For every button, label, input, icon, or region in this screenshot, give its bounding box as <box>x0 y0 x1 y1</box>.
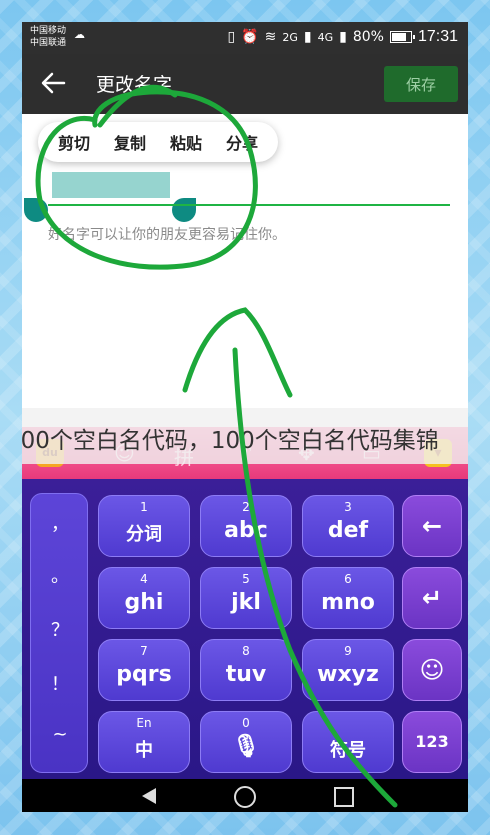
status-bar: 中国移动 中国联通 ☁ ▯ ⏰ ≋ 2G ▮ 4G ▮ 80% 17:31 <box>22 22 468 54</box>
space-key[interactable]: 0 🎙 <box>200 711 292 773</box>
name-input-underline[interactable] <box>48 204 450 206</box>
caption-text: 100个空白名代码，100个空白名代码集锦 <box>22 428 439 454</box>
system-nav-bar <box>22 779 468 812</box>
punct-tilde[interactable]: ~ <box>31 724 89 745</box>
menu-item-share[interactable]: 分享 <box>226 130 258 154</box>
signal-2-icon: ▮ <box>339 29 347 45</box>
carrier-2: 中国联通 <box>30 38 67 48</box>
key-5-jkl[interactable]: 5 jkl <box>200 567 292 629</box>
symbol-key[interactable]: 符号 <box>302 711 394 773</box>
menu-item-paste[interactable]: 粘贴 <box>170 130 202 154</box>
wifi-icon: ≋ <box>264 29 277 45</box>
emoji-key[interactable]: ☺ <box>402 639 462 701</box>
clock: 17:31 <box>417 28 458 45</box>
keyboard: ， 。 ？ ！ ~ 1 分词 2 abc 3 def ← 4 ghi 5 jkl… <box>22 479 468 779</box>
menu-item-copy[interactable]: 复制 <box>114 130 146 154</box>
network-1-label: 2G <box>282 30 298 44</box>
key-8-tuv[interactable]: 8 tuv <box>200 639 292 701</box>
nav-recent-icon[interactable] <box>334 787 354 807</box>
back-arrow-icon[interactable] <box>38 68 68 98</box>
enter-key[interactable]: ↵ <box>402 567 462 629</box>
network-2-label: 4G <box>317 30 334 44</box>
enter-icon: ↵ <box>421 584 443 612</box>
page-title: 更改名字 <box>96 74 173 96</box>
backspace-icon: ← <box>421 512 443 540</box>
microphone-icon: 🎙 <box>232 734 260 759</box>
key-6-mno[interactable]: 6 mno <box>302 567 394 629</box>
punct-comma[interactable]: ， <box>31 510 89 536</box>
cloud-icon: ☁ <box>74 28 85 41</box>
status-icons: ▯ ⏰ ≋ 2G ▮ 4G ▮ 80% 17:31 <box>227 28 458 46</box>
language-switch-key[interactable]: En 中 <box>98 711 190 773</box>
carrier-info: 中国移动 中国联通 <box>30 25 66 49</box>
key-3-def[interactable]: 3 def <box>302 495 394 557</box>
nav-back-icon[interactable] <box>142 788 156 804</box>
app-bar: 更改名字 保存 <box>22 54 468 114</box>
selected-text-highlight <box>52 172 170 198</box>
punctuation-column[interactable]: ， 。 ？ ！ ~ <box>30 493 88 773</box>
nav-home-icon[interactable] <box>234 786 256 808</box>
battery-label: 80% <box>352 29 384 45</box>
smiley-icon: ☺ <box>419 656 445 684</box>
menu-item-cut[interactable]: 剪切 <box>58 130 90 154</box>
punct-exclaim[interactable]: ！ <box>31 670 89 696</box>
name-edit-area: 好名字可以让你的朋友更容易记住你。 剪切 复制 粘贴 分享 <box>22 114 468 436</box>
key-9-wxyz[interactable]: 9 wxyz <box>302 639 394 701</box>
punct-question[interactable]: ？ <box>31 616 89 642</box>
key-4-ghi[interactable]: 4 ghi <box>98 567 190 629</box>
punct-period[interactable]: 。 <box>31 562 89 588</box>
key-1-segment[interactable]: 1 分词 <box>98 495 190 557</box>
numeric-key[interactable]: 123 <box>402 711 462 773</box>
carrier-1: 中国移动 <box>30 26 67 36</box>
name-input-hint: 好名字可以让你的朋友更容易记住你。 <box>48 227 286 243</box>
selection-handle-right[interactable] <box>172 198 196 222</box>
selection-handle-left[interactable] <box>24 198 48 222</box>
vibrate-icon: ▯ <box>227 29 236 45</box>
signal-1-icon: ▮ <box>303 29 312 45</box>
key-2-abc[interactable]: 2 abc <box>200 495 292 557</box>
backspace-key[interactable]: ← <box>402 495 462 557</box>
battery-icon <box>389 31 415 43</box>
save-button[interactable]: 保存 <box>384 66 458 102</box>
key-7-pqrs[interactable]: 7 pqrs <box>98 639 190 701</box>
text-context-menu: 剪切 复制 粘贴 分享 <box>38 122 278 162</box>
phone-screen: 中国移动 中国联通 ☁ ▯ ⏰ ≋ 2G ▮ 4G ▮ 80% 17:31 更改… <box>22 22 468 812</box>
alarm-icon: ⏰ <box>241 29 259 45</box>
